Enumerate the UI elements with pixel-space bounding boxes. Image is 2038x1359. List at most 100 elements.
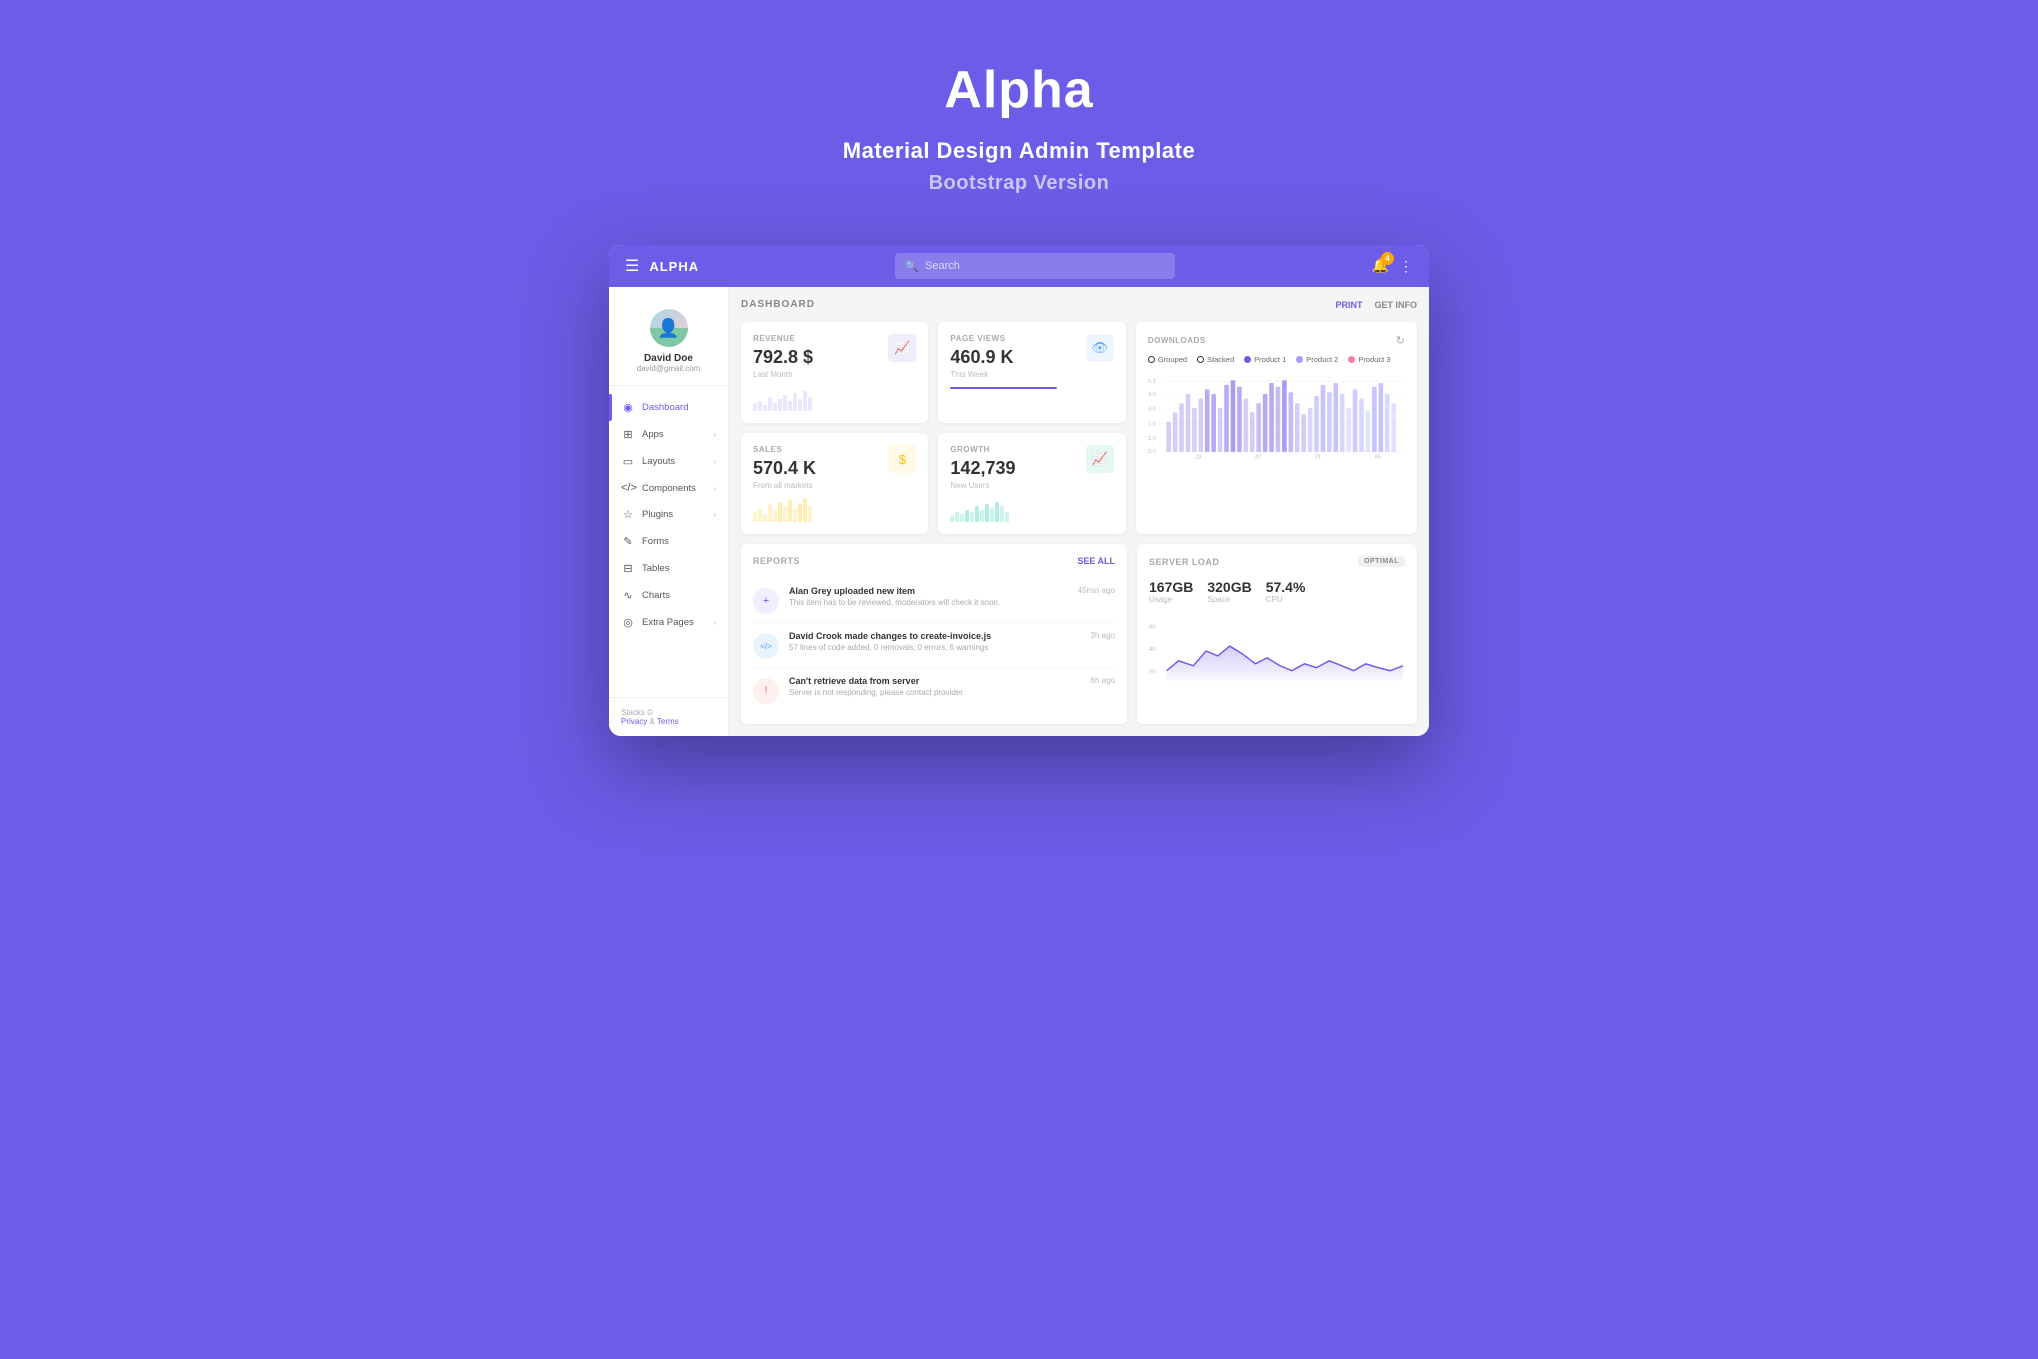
svg-text:0.0: 0.0 xyxy=(1148,449,1156,455)
sidebar-item-components[interactable]: </> Components › xyxy=(609,475,728,501)
search-input[interactable] xyxy=(925,260,1165,272)
stacked-icon xyxy=(1197,356,1204,363)
usage-label: Usage xyxy=(1149,595,1193,604)
sidebar-label-plugins: Plugins xyxy=(642,509,706,520)
legend-product1: Product 1 xyxy=(1244,355,1286,364)
svg-text:47: 47 xyxy=(1255,454,1261,460)
reports-header: REPORTS SEE ALL xyxy=(753,556,1115,566)
page-views-icon: 👁 xyxy=(1086,334,1114,362)
downloads-header: DOWNLOADS ↻ xyxy=(1148,334,1405,347)
sidebar-item-extra-pages[interactable]: ◎ Extra Pages › xyxy=(609,609,728,636)
dashboard-icon: ◉ xyxy=(621,401,635,414)
sidebar-item-dashboard[interactable]: ◉ Dashboard xyxy=(609,394,728,421)
sidebar-label-forms: Forms xyxy=(642,536,716,547)
report-desc-1: 57 lines of code added, 0 removals, 0 er… xyxy=(789,643,1081,652)
get-info-button[interactable]: GET INFO xyxy=(1375,300,1418,310)
header-actions: PRINT GET INFO xyxy=(1336,300,1418,310)
chevron-right-icon: › xyxy=(713,484,716,493)
svg-text:4.0: 4.0 xyxy=(1148,392,1156,398)
apps-icon: ⊞ xyxy=(621,428,635,441)
downloads-chart: 5.1 4.0 3.0 2.0 1.0 0.0 xyxy=(1148,372,1405,462)
user-profile[interactable]: 👤 David Doe david@gmail.com xyxy=(609,299,728,386)
revenue-sparkline xyxy=(753,387,916,411)
sidebar-footer: Stacks © Privacy & Terms xyxy=(609,697,728,736)
sidebar-label-dashboard: Dashboard xyxy=(642,402,716,413)
report-desc-2: Server is not responding, please contact… xyxy=(789,688,1081,697)
svg-text:20: 20 xyxy=(1149,670,1156,676)
growth-icon: 📈 xyxy=(1086,445,1114,473)
server-chart: 60 40 20 xyxy=(1149,616,1405,686)
sales-sub: From all markets xyxy=(753,481,916,490)
svg-text:2.0: 2.0 xyxy=(1148,421,1156,427)
chevron-right-icon: › xyxy=(713,430,716,439)
sidebar-label-apps: Apps xyxy=(642,429,706,440)
hero-title: Alpha xyxy=(944,60,1093,120)
content-header: DASHBOARD PRINT GET INFO xyxy=(741,299,1417,310)
layouts-icon: ▭ xyxy=(621,455,635,468)
nav-right: 🔔 4 ⋮ xyxy=(1372,257,1413,275)
sidebar-label-layouts: Layouts xyxy=(642,456,706,467)
components-icon: </> xyxy=(621,482,635,494)
svg-text:71: 71 xyxy=(1315,454,1321,460)
sidebar: 👤 David Doe david@gmail.com ◉ Dashboard … xyxy=(609,287,729,736)
chevron-right-icon: › xyxy=(713,618,716,627)
search-bar[interactable]: 🔍 xyxy=(895,253,1175,279)
downloads-card: DOWNLOADS ↻ Grouped Stacked xyxy=(1136,322,1417,534)
legend-product3: Product 3 xyxy=(1348,355,1390,364)
space-value: 320GB xyxy=(1207,579,1251,595)
sidebar-label-charts: Charts xyxy=(642,590,716,601)
sales-sparkline xyxy=(753,498,916,522)
sidebar-item-plugins[interactable]: ☆ Plugins › xyxy=(609,501,728,528)
svg-text:40: 40 xyxy=(1149,647,1156,653)
search-icon: 🔍 xyxy=(905,260,919,273)
svg-text:23: 23 xyxy=(1195,454,1201,460)
footer-brand: Stacks © xyxy=(621,708,653,717)
main-layout: 👤 David Doe david@gmail.com ◉ Dashboard … xyxy=(609,287,1429,736)
server-card: SERVER LOAD OPTIMAL 167GB Usage 320GB Sp… xyxy=(1137,544,1417,724)
product1-dot xyxy=(1244,356,1251,363)
terms-link[interactable]: Terms xyxy=(657,717,679,726)
product2-dot xyxy=(1296,356,1303,363)
revenue-card: 📈 REVENUE 792.8 $ Last Month xyxy=(741,322,928,423)
sidebar-item-charts[interactable]: ∿ Charts xyxy=(609,582,728,609)
brand-label: ALPHA xyxy=(649,259,699,274)
user-name: David Doe xyxy=(644,353,693,364)
growth-sparkline xyxy=(950,498,1113,522)
growth-card: 📈 GROWTH 142,739 New Users xyxy=(938,433,1125,534)
report-item: ! Can't retrieve data from server Server… xyxy=(753,668,1115,712)
hero-sub2: Bootstrap Version xyxy=(929,172,1110,195)
hero-subtitle: Material Design Admin Template xyxy=(843,138,1195,164)
report-title-2: Can't retrieve data from server xyxy=(789,676,1081,686)
report-error-icon: ! xyxy=(753,678,779,704)
legend-stacked: Stacked xyxy=(1197,355,1234,364)
page-views-card: 👁 PAGE VIEWS 460.9 K This Week xyxy=(938,322,1125,423)
refresh-icon[interactable]: ↻ xyxy=(1396,334,1405,347)
hamburger-icon[interactable]: ☰ xyxy=(625,256,639,276)
report-content-2: Can't retrieve data from server Server i… xyxy=(789,676,1081,697)
privacy-link[interactable]: Privacy xyxy=(621,717,647,726)
downloads-label: DOWNLOADS xyxy=(1148,336,1206,345)
report-time-0: 45min ago xyxy=(1078,586,1115,595)
sidebar-item-apps[interactable]: ⊞ Apps › xyxy=(609,421,728,448)
sidebar-item-tables[interactable]: ⊟ Tables xyxy=(609,555,728,582)
svg-text:95: 95 xyxy=(1374,454,1380,460)
report-item: </> David Crook made changes to create-i… xyxy=(753,623,1115,668)
app-window: ☰ ALPHA 🔍 🔔 4 ⋮ 👤 David Doe david@gmail.… xyxy=(609,245,1429,736)
sidebar-item-layouts[interactable]: ▭ Layouts › xyxy=(609,448,728,475)
report-desc-0: This item has to be reviewed, moderators… xyxy=(789,598,1068,607)
report-time-2: 6h ago xyxy=(1091,676,1115,685)
notification-badge: 4 xyxy=(1381,252,1394,265)
downloads-legend: Grouped Stacked Product 1 Product 2 xyxy=(1148,355,1405,364)
server-chart-svg: 60 40 20 xyxy=(1149,616,1405,686)
more-options-icon[interactable]: ⋮ xyxy=(1399,258,1413,275)
sidebar-item-forms[interactable]: ✎ Forms xyxy=(609,528,728,555)
see-all-button[interactable]: SEE ALL xyxy=(1077,556,1115,566)
print-button[interactable]: PRINT xyxy=(1336,300,1363,310)
sidebar-label-extra-pages: Extra Pages xyxy=(642,617,706,628)
bell-wrapper[interactable]: 🔔 4 xyxy=(1372,257,1389,275)
report-time-1: 3h ago xyxy=(1091,631,1115,640)
downloads-chart-svg: 5.1 4.0 3.0 2.0 1.0 0.0 xyxy=(1148,372,1405,462)
forms-icon: ✎ xyxy=(621,535,635,548)
content-area: DASHBOARD PRINT GET INFO 📈 REVENUE 792.8… xyxy=(729,287,1429,736)
reports-label: REPORTS xyxy=(753,556,800,566)
